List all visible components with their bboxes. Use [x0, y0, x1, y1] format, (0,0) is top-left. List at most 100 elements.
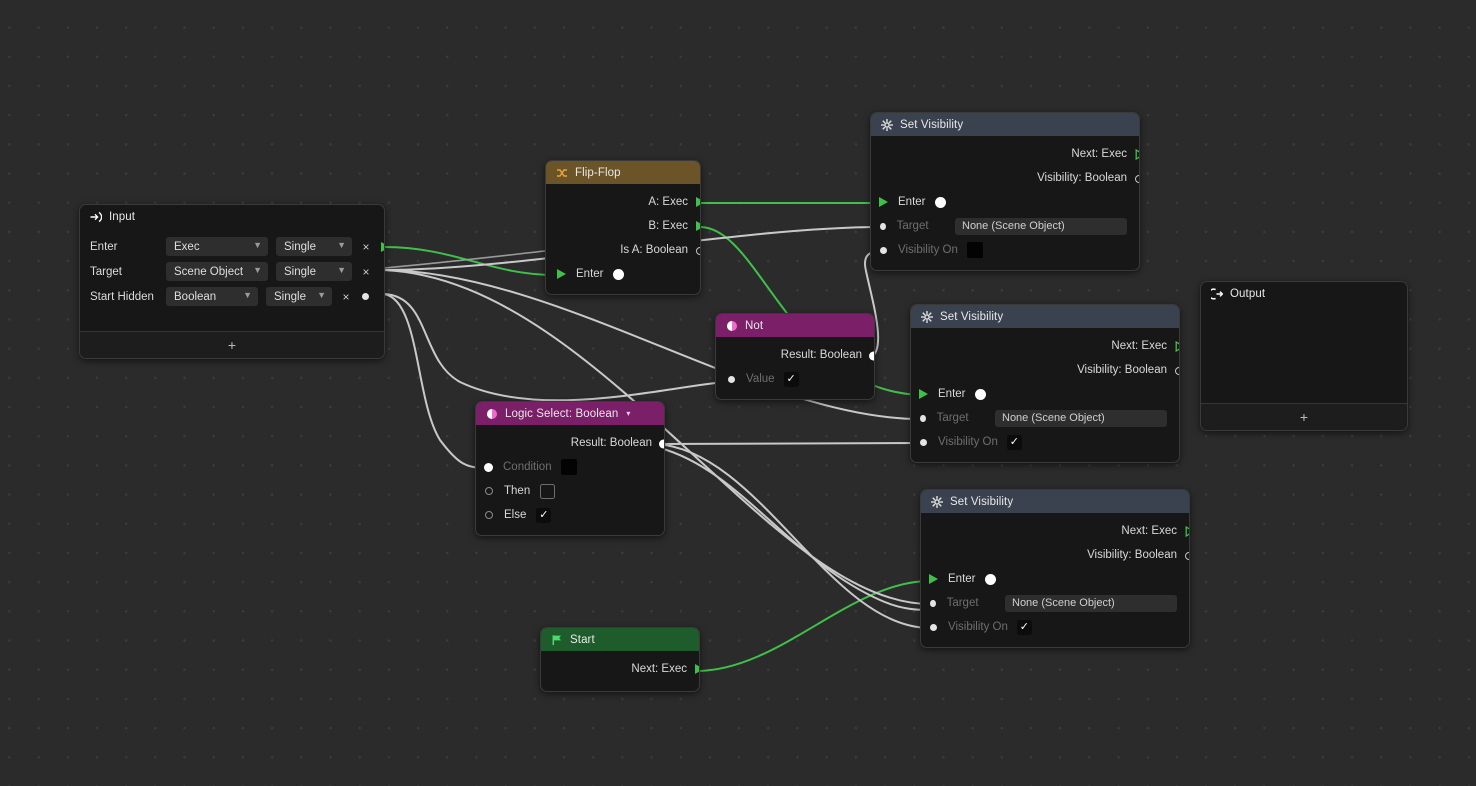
setvis3-input-visibility-on-checkbox[interactable]: ✓	[1016, 619, 1032, 635]
node-set-visibility-3[interactable]: Set Visibility Next: Exec Visibility: Bo…	[920, 489, 1190, 648]
node-graph-canvas[interactable]: Input Enter Exec ▼ Single ▼ × Target Sce…	[0, 0, 1476, 786]
input-row-target-type-select[interactable]: Scene Object ▼	[166, 262, 268, 281]
setvis3-input-target-field[interactable]: None (Scene Object)	[1005, 594, 1177, 612]
input-row-target-cardinality-select[interactable]: Single ▼	[276, 262, 352, 281]
input-add-row-button[interactable]: +	[80, 331, 384, 358]
node-set-visibility-3-header[interactable]: Set Visibility	[921, 490, 1189, 513]
node-output-header[interactable]: Output	[1201, 282, 1407, 305]
setvis3-input-enter[interactable]: Enter	[921, 567, 1189, 591]
setvis1-input-visibility-on[interactable]: Visibility On	[871, 238, 1139, 262]
logic-output-result[interactable]: Result: Boolean	[476, 431, 664, 455]
setvis3-output-visibility-port[interactable]	[1185, 552, 1189, 560]
setvis3-input-enter-value-dot[interactable]	[984, 573, 996, 585]
node-logic-select[interactable]: Logic Select: Boolean ▾ Result: Boolean …	[475, 401, 665, 536]
setvis2-output-visibility-port[interactable]	[1175, 367, 1179, 375]
setvis1-input-enter-value-dot[interactable]	[934, 196, 946, 208]
setvis2-output-next-exec[interactable]: Next: Exec	[911, 334, 1179, 358]
setvis1-output-next-exec[interactable]: Next: Exec	[871, 142, 1139, 166]
setvis1-input-enter[interactable]: Enter	[871, 190, 1139, 214]
logic-input-condition[interactable]: Condition	[476, 455, 664, 479]
flipflop-output-a-exec-port[interactable]	[696, 197, 700, 207]
setvis2-input-visibility-on-port[interactable]	[920, 438, 927, 446]
node-input[interactable]: Input Enter Exec ▼ Single ▼ × Target Sce…	[79, 204, 385, 359]
logic-input-else-port[interactable]	[485, 511, 493, 519]
setvis2-input-enter-value-dot[interactable]	[974, 388, 986, 400]
input-row-enter[interactable]: Enter Exec ▼ Single ▼ ×	[80, 234, 384, 259]
start-output-next-exec-port[interactable]	[695, 664, 699, 674]
node-not-header[interactable]: Not	[716, 314, 874, 337]
input-row-start-hidden-type-select[interactable]: Boolean ▼	[166, 287, 258, 306]
setvis2-output-visibility[interactable]: Visibility: Boolean	[911, 358, 1179, 382]
not-output-result[interactable]: Result: Boolean	[716, 343, 874, 367]
flipflop-output-is-a[interactable]: Is A: Boolean	[546, 238, 700, 262]
flipflop-input-enter-port[interactable]	[557, 269, 566, 279]
setvis1-input-enter-port[interactable]	[879, 197, 888, 207]
input-row-enter-cardinality-select[interactable]: Single ▼	[276, 237, 352, 256]
logic-input-else-checkbox[interactable]: ✓	[536, 507, 552, 523]
setvis2-input-visibility-on[interactable]: Visibility On ✓	[911, 430, 1179, 454]
node-flip-flop[interactable]: Flip-Flop A: Exec B: Exec Is A: Boolean …	[545, 160, 701, 295]
input-row-start-hidden-remove-button[interactable]: ×	[340, 291, 352, 303]
node-input-header[interactable]: Input	[80, 205, 384, 228]
input-row-enter-type-select[interactable]: Exec ▼	[166, 237, 268, 256]
node-set-visibility-2[interactable]: Set Visibility Next: Exec Visibility: Bo…	[910, 304, 1180, 463]
setvis3-input-target-port[interactable]	[930, 599, 936, 607]
setvis3-input-visibility-on-port[interactable]	[930, 623, 937, 631]
setvis1-input-target[interactable]: Target None (Scene Object)	[871, 214, 1139, 238]
flipflop-input-enter-value-dot[interactable]	[612, 268, 624, 280]
node-logic-select-header[interactable]: Logic Select: Boolean ▾	[476, 402, 664, 425]
setvis1-output-visibility-port[interactable]	[1135, 175, 1139, 183]
node-start[interactable]: Start Next: Exec	[540, 627, 700, 692]
not-input-value[interactable]: Value ✓	[716, 367, 874, 391]
setvis2-input-target-field[interactable]: None (Scene Object)	[995, 409, 1167, 427]
node-output[interactable]: Output +	[1200, 281, 1408, 431]
setvis2-input-target[interactable]: Target None (Scene Object)	[911, 406, 1179, 430]
start-output-next-exec[interactable]: Next: Exec	[541, 657, 699, 681]
output-add-row-button[interactable]: +	[1201, 403, 1407, 430]
node-set-visibility-1[interactable]: Set Visibility Next: Exec Visibility: Bo…	[870, 112, 1140, 271]
setvis1-input-target-field[interactable]: None (Scene Object)	[955, 217, 1127, 235]
node-start-header[interactable]: Start	[541, 628, 699, 651]
setvis3-input-target[interactable]: Target None (Scene Object)	[921, 591, 1189, 615]
input-row-start-hidden-output-port[interactable]	[362, 293, 369, 300]
setvis3-input-enter-port[interactable]	[929, 574, 938, 584]
flipflop-output-b-exec[interactable]: B: Exec	[546, 214, 700, 238]
input-row-start-hidden[interactable]: Start Hidden Boolean ▼ Single ▼ ×	[80, 284, 384, 309]
setvis2-input-visibility-on-checkbox[interactable]: ✓	[1006, 434, 1022, 450]
node-set-visibility-1-header[interactable]: Set Visibility	[871, 113, 1139, 136]
node-flip-flop-header[interactable]: Flip-Flop	[546, 161, 700, 184]
logic-output-result-port[interactable]	[659, 439, 664, 449]
input-row-enter-remove-button[interactable]: ×	[360, 241, 372, 253]
node-set-visibility-2-header[interactable]: Set Visibility	[911, 305, 1179, 328]
setvis3-output-visibility[interactable]: Visibility: Boolean	[921, 543, 1189, 567]
logic-input-then-port[interactable]	[485, 487, 493, 495]
logic-input-condition-swatch[interactable]	[560, 459, 577, 475]
not-input-value-checkbox[interactable]: ✓	[783, 371, 799, 387]
flipflop-input-enter[interactable]: Enter	[546, 262, 700, 286]
input-row-enter-output-port[interactable]	[381, 241, 384, 252]
setvis3-output-next-exec-port[interactable]	[1185, 525, 1189, 538]
setvis2-input-enter-port[interactable]	[919, 389, 928, 399]
logic-input-then-checkbox[interactable]	[540, 483, 556, 499]
setvis2-input-target-port[interactable]	[920, 414, 926, 422]
node-not[interactable]: Not Result: Boolean Value ✓	[715, 313, 875, 400]
flipflop-output-a-exec[interactable]: A: Exec	[546, 190, 700, 214]
chevron-down-icon[interactable]: ▾	[626, 409, 630, 418]
not-output-result-port[interactable]	[869, 351, 874, 361]
setvis2-input-enter[interactable]: Enter	[911, 382, 1179, 406]
setvis1-output-visibility[interactable]: Visibility: Boolean	[871, 166, 1139, 190]
input-row-target[interactable]: Target Scene Object ▼ Single ▼ ×	[80, 259, 384, 284]
setvis2-output-next-exec-port[interactable]	[1175, 340, 1179, 353]
setvis1-input-visibility-on-swatch[interactable]	[966, 242, 983, 258]
input-row-start-hidden-cardinality-select[interactable]: Single ▼	[266, 287, 332, 306]
setvis3-output-next-exec[interactable]: Next: Exec	[921, 519, 1189, 543]
logic-input-then[interactable]: Then	[476, 479, 664, 503]
setvis1-output-next-exec-port[interactable]	[1135, 148, 1139, 161]
flipflop-output-is-a-port[interactable]	[696, 247, 700, 255]
setvis1-input-visibility-on-port[interactable]	[880, 246, 887, 254]
setvis3-input-visibility-on[interactable]: Visibility On ✓	[921, 615, 1189, 639]
input-row-target-remove-button[interactable]: ×	[360, 266, 372, 278]
setvis1-input-target-port[interactable]	[880, 222, 886, 230]
logic-input-else[interactable]: Else ✓	[476, 503, 664, 527]
logic-input-condition-port[interactable]	[484, 462, 493, 472]
